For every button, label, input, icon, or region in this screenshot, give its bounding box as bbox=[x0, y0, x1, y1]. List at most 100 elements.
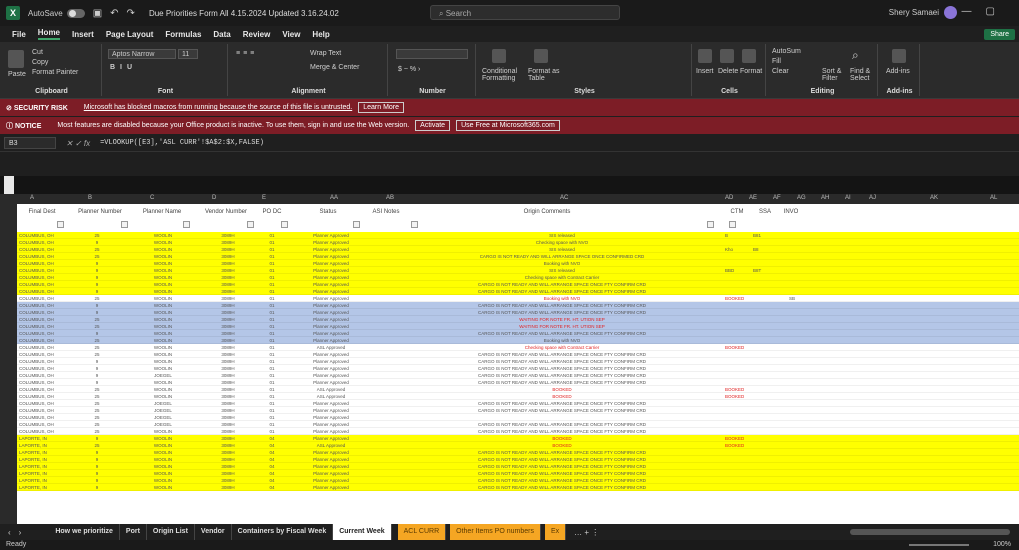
cell-origin-comment[interactable]: CARGO IS NOT READY AND WILL ARRANGE SPAC… bbox=[417, 463, 707, 470]
cell-planner-name[interactable]: JOEGEL bbox=[143, 400, 183, 407]
cell-planner-number[interactable]: 25 bbox=[87, 323, 107, 330]
cell-ctm[interactable]: BOOKED bbox=[725, 435, 749, 442]
table-row[interactable]: COLUMBUS, OH 9 WOOLIN 3089H 01 Planner Approv… bbox=[17, 267, 1019, 274]
column-letter[interactable]: A bbox=[30, 195, 34, 201]
cell-planner-name[interactable]: JOEGEL bbox=[143, 421, 183, 428]
format-cells-icon[interactable] bbox=[742, 49, 756, 63]
cell-planner-number[interactable]: 9 bbox=[87, 309, 107, 316]
cell-vendor-number[interactable]: 3089H bbox=[211, 281, 245, 288]
cell-origin-comment[interactable]: Checking space with NVO bbox=[417, 239, 707, 246]
column-letter[interactable]: AG bbox=[797, 195, 806, 201]
cell-po-dc[interactable]: 01 bbox=[263, 386, 281, 393]
table-row[interactable]: COLUMBUS, OH 25 WOOLIN 3089H 01 Planner Appro… bbox=[17, 295, 1019, 302]
cell-ctm[interactable]: BOOKED bbox=[725, 344, 749, 351]
cell-final-dest[interactable]: COLUMBUS, OH bbox=[19, 379, 69, 386]
cell-vendor-number[interactable]: 3089H bbox=[211, 288, 245, 295]
cell-vendor-number[interactable]: 3089H bbox=[211, 309, 245, 316]
cell-status[interactable]: Planner Approved bbox=[305, 246, 357, 253]
cell-planner-name[interactable]: WOOLIN bbox=[143, 484, 183, 491]
cell-planner-number[interactable]: 25 bbox=[87, 386, 107, 393]
cell-status[interactable]: Planner Approved bbox=[305, 428, 357, 435]
formula-input[interactable]: =VLOOKUP([E3],'ASL CURR'!$A$2:$X,FALSE) bbox=[100, 139, 264, 147]
cell-po-dc[interactable]: 01 bbox=[263, 400, 281, 407]
cell-po-dc[interactable]: 01 bbox=[263, 358, 281, 365]
search-icon[interactable]: ⌕ bbox=[852, 48, 859, 63]
table-row[interactable]: COLUMBUS, OH 25 WOOLIN 3089H 01 ASL Approved C… bbox=[17, 344, 1019, 351]
cell-origin-comment[interactable]: SIS released bbox=[417, 246, 707, 253]
delete-button[interactable]: Delete bbox=[718, 68, 738, 75]
next-sheet-icon[interactable]: › bbox=[19, 528, 22, 537]
table-row[interactable]: COLUMBUS, OH 25 WOOLIN 3089H 01 Planner Appro… bbox=[17, 316, 1019, 323]
find-select-button[interactable]: Find & Select bbox=[850, 68, 874, 82]
cell-final-dest[interactable]: COLUMBUS, OH bbox=[19, 407, 69, 414]
cell-final-dest[interactable]: LAPORTE, IN bbox=[19, 442, 69, 449]
cell-status[interactable]: Planner Approved bbox=[305, 484, 357, 491]
filter-dropdown-icon[interactable] bbox=[353, 221, 360, 228]
cell-vendor-number[interactable]: 3089H bbox=[211, 442, 245, 449]
cell-status[interactable]: Planner Approved bbox=[305, 379, 357, 386]
column-letter[interactable]: AD bbox=[725, 195, 733, 201]
cell-final-dest[interactable]: COLUMBUS, OH bbox=[19, 302, 69, 309]
tab-vendor[interactable]: Vendor bbox=[195, 524, 232, 540]
cell-origin-comment[interactable]: CARGO IS NOT READY AND WILL ARRANGE SPAC… bbox=[417, 281, 707, 288]
cell-po-dc[interactable]: 04 bbox=[263, 463, 281, 470]
cell-status[interactable]: Planner Approved bbox=[305, 274, 357, 281]
cell-planner-number[interactable]: 25 bbox=[87, 393, 107, 400]
cell-planner-number[interactable]: 25 bbox=[87, 344, 107, 351]
cell-status[interactable]: Planner Approved bbox=[305, 337, 357, 344]
prev-sheet-icon[interactable]: ‹ bbox=[8, 528, 11, 537]
select-all-corner[interactable] bbox=[4, 176, 14, 194]
cell-origin-comment[interactable]: CARGO IS NOT READY AND WILL ARRANGE SPAC… bbox=[417, 358, 707, 365]
cell-status[interactable]: Planner Approved bbox=[305, 253, 357, 260]
learn-more-button[interactable]: Learn More bbox=[358, 102, 405, 113]
header-asi-notes[interactable]: ASI Notes bbox=[361, 209, 411, 215]
cell-po-dc[interactable]: 01 bbox=[263, 337, 281, 344]
filter-dropdown-icon[interactable] bbox=[281, 221, 288, 228]
menu-file[interactable]: File bbox=[12, 30, 26, 39]
cell-origin-comment[interactable]: BOOKED bbox=[417, 435, 707, 442]
cell-vendor-number[interactable]: 3089H bbox=[211, 428, 245, 435]
add-ins-icon[interactable] bbox=[892, 49, 906, 63]
cell-origin-comment[interactable]: SIS released bbox=[417, 232, 707, 239]
cell-planner-name[interactable]: WOOLIN bbox=[143, 358, 183, 365]
activate-button[interactable]: Activate bbox=[415, 120, 451, 131]
cell-status[interactable]: Planner Approved bbox=[305, 330, 357, 337]
cell-status[interactable]: Planner Approved bbox=[305, 288, 357, 295]
cell-vendor-number[interactable]: 3089H bbox=[211, 358, 245, 365]
cell-origin-comment[interactable]: CARGO IS NOT READY AND WILL ARRANGE SPAC… bbox=[417, 288, 707, 295]
cell-planner-name[interactable]: WOOLIN bbox=[143, 232, 183, 239]
cell-vendor-number[interactable]: 3089H bbox=[211, 400, 245, 407]
cell-po-dc[interactable]: 04 bbox=[263, 484, 281, 491]
cell-origin-comment[interactable]: CARGO IS NOT READY AND WILL ARRANGE SPAC… bbox=[417, 421, 707, 428]
add-ins-button[interactable]: Add-ins bbox=[886, 68, 910, 75]
cell-origin-comment[interactable]: CARGO IS NOT READY AND WILL ARRANGE SPAC… bbox=[417, 379, 707, 386]
cell-planner-number[interactable]: 25 bbox=[87, 414, 107, 421]
cell-vendor-number[interactable]: 3089H bbox=[211, 421, 245, 428]
fill-button[interactable]: Fill bbox=[772, 58, 781, 65]
cell-final-dest[interactable]: COLUMBUS, OH bbox=[19, 365, 69, 372]
cell-planner-number[interactable]: 25 bbox=[87, 295, 107, 302]
cell-status[interactable]: ASL Approved bbox=[305, 386, 357, 393]
cell-status[interactable]: Planner Approved bbox=[305, 449, 357, 456]
cell-po-dc[interactable]: 01 bbox=[263, 379, 281, 386]
cell-vendor-number[interactable]: 3089H bbox=[211, 379, 245, 386]
cell-origin-comment[interactable]: SIS released bbox=[417, 267, 707, 274]
cell-origin-comment[interactable]: CARGO IS NOT READY AND WILL ARRANGE SPAC… bbox=[417, 470, 707, 477]
cell-planner-name[interactable]: WOOLIN bbox=[143, 295, 183, 302]
cell-status[interactable]: ASL Approved bbox=[305, 393, 357, 400]
cut-button[interactable]: Cut bbox=[32, 49, 43, 56]
cell-po-dc[interactable]: 01 bbox=[263, 323, 281, 330]
column-letter[interactable]: AH bbox=[821, 195, 829, 201]
cell-po-dc[interactable]: 01 bbox=[263, 267, 281, 274]
cell-planner-name[interactable]: WOOLIN bbox=[143, 463, 183, 470]
cell-po-dc[interactable]: 01 bbox=[263, 302, 281, 309]
table-row[interactable]: COLUMBUS, OH 25 WOOLIN 3089H 01 Planner Appro… bbox=[17, 428, 1019, 435]
format-as-table-button[interactable]: Format as Table bbox=[528, 68, 564, 82]
cell-origin-comment[interactable]: CARGO IS NOT READY AND WILL ARRANGE SPAC… bbox=[417, 302, 707, 309]
cell-planner-number[interactable]: 25 bbox=[87, 337, 107, 344]
format-button[interactable]: Format bbox=[740, 68, 762, 75]
cell-planner-name[interactable]: JOEGEL bbox=[143, 407, 183, 414]
cell-status[interactable]: ASL Approved bbox=[305, 344, 357, 351]
cell-po-dc[interactable]: 01 bbox=[263, 344, 281, 351]
cell-final-dest[interactable]: COLUMBUS, OH bbox=[19, 260, 69, 267]
